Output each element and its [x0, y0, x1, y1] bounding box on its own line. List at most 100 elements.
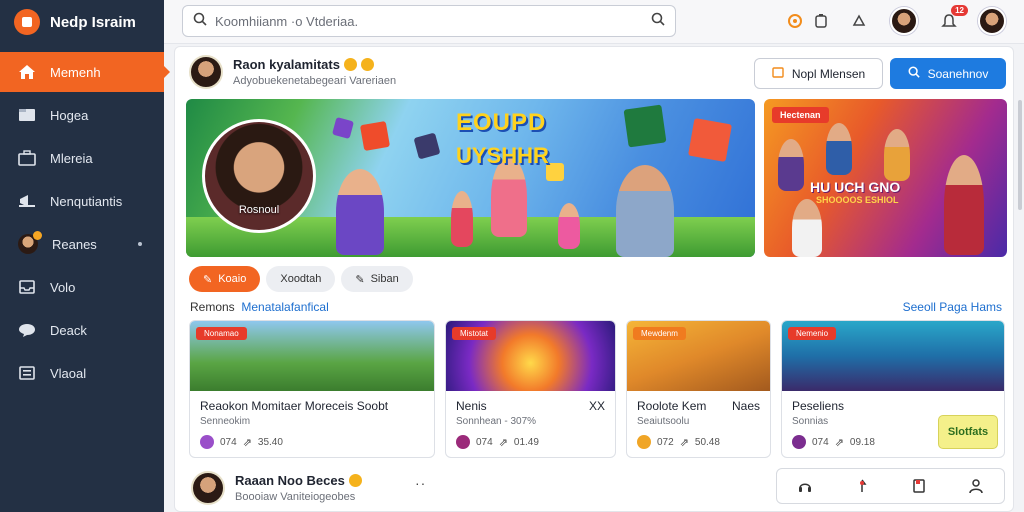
- inbox-icon: [18, 279, 36, 295]
- search-bar[interactable]: [182, 5, 676, 37]
- card-tag: Mistotat: [452, 327, 497, 340]
- bookmark-icon[interactable]: [908, 475, 930, 497]
- card-views: 074: [476, 436, 493, 448]
- author-dot-icon: [637, 435, 651, 449]
- toy-block: [331, 116, 355, 140]
- sidebar-item-inbox[interactable]: Volo: [0, 267, 164, 307]
- sidebar-item-label: Mlereia: [50, 150, 93, 166]
- secondary-button[interactable]: Nopl Mlensen: [754, 58, 883, 89]
- avatar[interactable]: [189, 55, 223, 89]
- scrollbar[interactable]: [1018, 100, 1022, 210]
- person-figure: [884, 129, 910, 181]
- card-views: 074: [812, 436, 829, 448]
- chip-siban[interactable]: ✎ Siban: [341, 266, 413, 292]
- content-card[interactable]: Nonamao Reaokon Momitaer Moreceis Soobt …: [189, 320, 435, 458]
- card-title: Peseliens: [792, 399, 845, 413]
- section-title-link[interactable]: Menatalafanfical: [241, 300, 328, 314]
- friend-avatar[interactable]: [890, 7, 918, 35]
- card-title: Reaokon Momitaer Moreceis Soobt: [200, 399, 389, 413]
- sidebar-item-label: Hogea: [50, 107, 89, 123]
- more-options-icon[interactable]: ··: [415, 475, 426, 491]
- topbar: 12: [164, 0, 1024, 44]
- card-thumbnail: Nemenio: [782, 321, 1004, 391]
- sidebar-item-megaphone[interactable]: Nenqutiantis: [0, 181, 164, 221]
- card-title: Roolote Kem: [637, 399, 707, 413]
- content-cards: Nonamao Reaokon Momitaer Moreceis Soobt …: [189, 320, 1005, 458]
- promo-tag: Hectenan: [772, 107, 829, 123]
- sidebar-item-people[interactable]: Reanes: [0, 224, 164, 264]
- sidebar-item-label: Nenqutiantis: [50, 193, 123, 209]
- share-icon[interactable]: ⇗: [680, 436, 689, 449]
- sidebar-item-chat[interactable]: Deack: [0, 310, 164, 350]
- megaphone-icon: [18, 193, 36, 209]
- see-all-link[interactable]: Seeoll Paga Hams: [903, 300, 1002, 314]
- sidebar-item-label: Volo: [50, 279, 76, 295]
- profile-icon[interactable]: [965, 475, 987, 497]
- sidebar-item-label: Deack: [50, 322, 87, 338]
- post-actions: [776, 468, 1005, 504]
- content-card[interactable]: Mewdenm Roolote Kem Naes Seaiutsoolu 072 ⇗…: [626, 320, 771, 458]
- sidebar-item-list[interactable]: Vlaoal: [0, 353, 164, 393]
- briefcase-icon: [18, 150, 36, 166]
- card-subtitle: Senneokim: [200, 416, 251, 427]
- search-icon: [908, 66, 920, 81]
- card-subtitle: Sonnhean - 307%: [456, 416, 537, 427]
- badge-icon: [360, 58, 374, 71]
- chat-icon: [18, 322, 36, 338]
- search-input[interactable]: [215, 13, 643, 29]
- share-icon[interactable]: [846, 8, 872, 34]
- chip-xoodtah[interactable]: Xoodtah: [266, 266, 336, 292]
- toy-block: [413, 132, 441, 160]
- child-figure: [451, 191, 473, 247]
- share-icon[interactable]: ⇗: [499, 436, 508, 449]
- card-thumbnail: Mewdenm: [627, 321, 770, 391]
- headphones-icon[interactable]: [794, 475, 816, 497]
- child-figure: [336, 169, 384, 255]
- sidebar-item-briefcase[interactable]: Mlereia: [0, 138, 164, 178]
- home-icon: [18, 64, 36, 80]
- primary-button[interactable]: Soanehnov: [890, 58, 1006, 89]
- avatar[interactable]: [191, 471, 225, 505]
- pin-icon[interactable]: [851, 475, 873, 497]
- profile-header: Raon kyalamitats Adyobuekenetabegeari Va…: [189, 55, 396, 89]
- chip-label: Siban: [370, 273, 399, 285]
- sidebar-nav: Memenh Hogea Mlereia Nenqutiantis Reanes…: [0, 52, 170, 393]
- card-tag: Mewdenm: [633, 327, 686, 340]
- app-name: Nedp Israim: [50, 13, 136, 31]
- card-views: 074: [220, 436, 237, 448]
- toy-block: [623, 104, 667, 148]
- notifications-icon[interactable]: 12: [936, 5, 968, 34]
- content-card[interactable]: Mistotat Nenis XX Sonnhean - 307% 074 ⇗ 01.…: [445, 320, 616, 458]
- hero-subtitle: UYSHHR: [456, 143, 549, 168]
- hero-banner[interactable]: EOUPD UYSHHR Rosnoul: [186, 99, 755, 257]
- user-avatar[interactable]: [978, 7, 1006, 35]
- card-thumbnail: Mistotat: [446, 321, 615, 391]
- card-tag: Nemenio: [788, 327, 837, 340]
- promo-subtitle: SHOOOOS ESHIOL: [816, 195, 899, 205]
- section-title: Remons Menatalafanfical: [190, 300, 329, 314]
- hero-title: EOUPD: [456, 109, 547, 136]
- toy-block: [359, 120, 391, 152]
- brand[interactable]: Nedp Israim: [0, 0, 164, 44]
- card-subtitle: Seaiutsoolu: [637, 416, 690, 427]
- secondary-button-label: Nopl Mlensen: [791, 66, 866, 81]
- list-icon: [18, 365, 36, 381]
- author-dot-icon: [456, 435, 470, 449]
- status-icon[interactable]: [782, 8, 808, 34]
- chip-koaio[interactable]: ✎ Koaio: [189, 266, 261, 292]
- calendar-icon: [772, 66, 784, 81]
- card-tag: Nonamao: [196, 327, 247, 340]
- card-sticker: Slotfats: [938, 415, 998, 449]
- pencil-icon: ✎: [203, 273, 213, 286]
- content-card[interactable]: Nemenio Peseliens Sonnias 074 ⇗ 09.18 Slot…: [781, 320, 1005, 458]
- sidebar-item-label: Memenh: [50, 64, 101, 80]
- timer-icon[interactable]: [808, 8, 834, 34]
- sidebar-item-home[interactable]: Memenh: [0, 52, 170, 92]
- promo-banner[interactable]: Hectenan HU UCH GNO SHOOOOS ESHIOL: [764, 99, 1007, 257]
- search-icon: [193, 12, 207, 31]
- sidebar-item-folder[interactable]: Hogea: [0, 95, 164, 135]
- share-icon[interactable]: ⇗: [835, 436, 844, 449]
- search-submit-icon[interactable]: [651, 12, 665, 31]
- hero-portrait[interactable]: Rosnoul: [202, 119, 316, 233]
- share-icon[interactable]: ⇗: [243, 436, 252, 449]
